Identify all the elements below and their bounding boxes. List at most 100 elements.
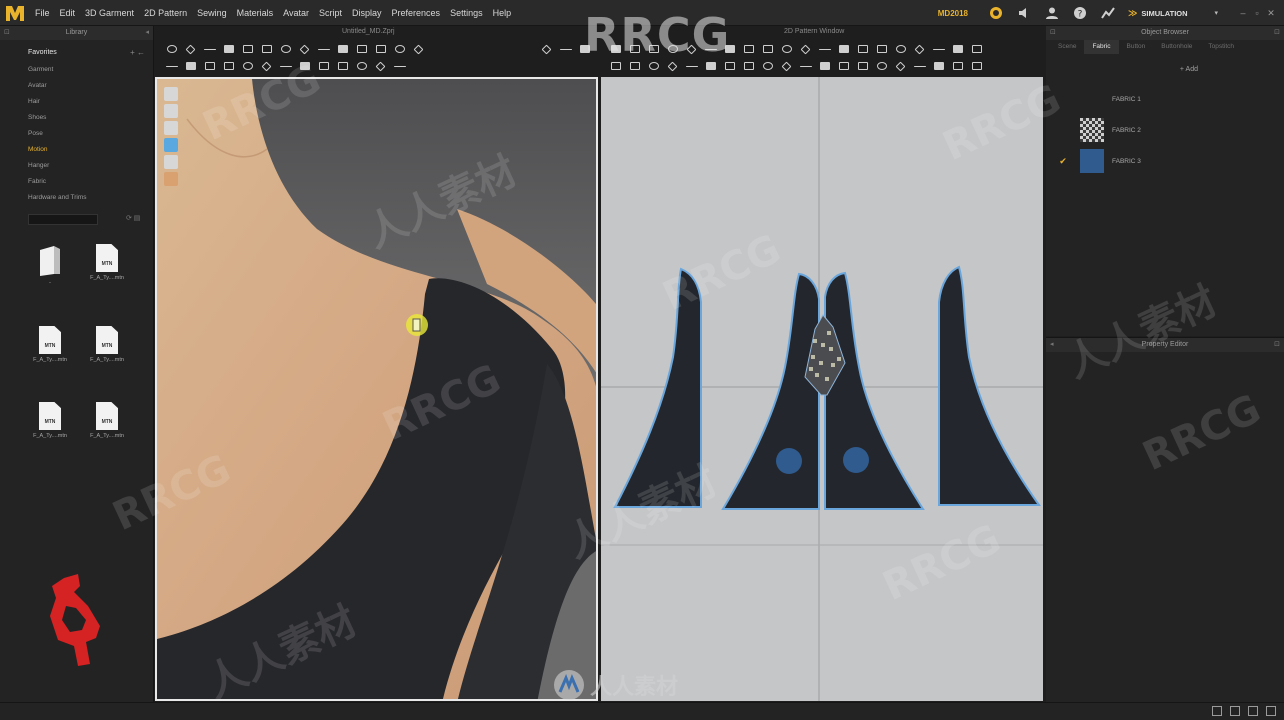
menu-script[interactable]: Script <box>314 0 347 26</box>
library-file[interactable]: MTN F_A_Ty....mtn <box>25 326 75 363</box>
toolbar-tool-icon[interactable] <box>295 42 314 56</box>
maximize-button[interactable]: ▫ <box>1250 8 1264 19</box>
toolbar-tool-icon[interactable] <box>910 42 929 56</box>
panel-pin-icon[interactable]: ◂ <box>1050 338 1054 352</box>
toolbar-tool-icon[interactable] <box>891 59 910 73</box>
tab-buttonhole[interactable]: Buttonhole <box>1153 40 1200 54</box>
fabric-list-item[interactable]: FABRIC 1 <box>1046 84 1284 114</box>
toolbar-tool-icon[interactable] <box>872 42 891 56</box>
toolbar-tool-icon[interactable] <box>352 42 371 56</box>
panel-menu-icon[interactable]: ⊡ <box>1274 338 1280 352</box>
button-right-icon[interactable] <box>843 447 869 473</box>
close-button[interactable]: ✕ <box>1264 8 1278 19</box>
panel-menu-icon[interactable]: ⊡ <box>1274 26 1280 40</box>
mesh-view-icon[interactable] <box>164 155 178 169</box>
library-view-icons[interactable]: ⟳ ▤ <box>126 214 140 222</box>
toolbar-tool-icon[interactable] <box>556 42 575 56</box>
toolbar-tool-icon[interactable] <box>967 59 986 73</box>
menu-2d-pattern[interactable]: 2D Pattern <box>139 0 192 26</box>
toolbar-tool-icon[interactable] <box>910 59 929 73</box>
toolbar-tool-icon[interactable] <box>796 59 815 73</box>
library-file[interactable]: MTN F_A_Ty....mtn <box>82 326 132 363</box>
share-icon[interactable] <box>1101 6 1115 20</box>
library-file[interactable]: MTN F_A_Ty....mtn <box>25 402 75 439</box>
toolbar-tool-icon[interactable] <box>276 59 295 73</box>
toolbar-tool-icon[interactable] <box>390 59 409 73</box>
tab-fabric[interactable]: Fabric <box>1084 40 1119 54</box>
toolbar-tool-icon[interactable] <box>872 59 891 73</box>
library-item-shoes[interactable]: Shoes <box>0 110 153 126</box>
simulation-mode-dropdown[interactable]: ≫ SIMULATION ▾ <box>1128 8 1218 19</box>
menu-file[interactable]: File <box>30 0 55 26</box>
menu-sewing[interactable]: Sewing <box>192 0 232 26</box>
tab-button[interactable]: Button <box>1119 40 1154 54</box>
add-fabric-button[interactable]: + Add <box>1180 66 1198 73</box>
toolbar-tool-icon[interactable] <box>739 42 758 56</box>
menu-edit[interactable]: Edit <box>55 0 81 26</box>
toolbar-tool-icon[interactable] <box>815 59 834 73</box>
button-left-icon[interactable] <box>776 448 802 474</box>
library-item-pose[interactable]: Pose <box>0 126 153 142</box>
toolbar-tool-icon[interactable] <box>200 42 219 56</box>
fabric-list-item[interactable]: ✔ FABRIC 3 <box>1046 146 1284 176</box>
menu-help[interactable]: Help <box>488 0 517 26</box>
toolbar-tool-icon[interactable] <box>967 42 986 56</box>
fabric-list-item[interactable]: FABRIC 2 <box>1046 115 1284 145</box>
library-file[interactable]: MTN F_A_Ty....mtn <box>82 244 132 281</box>
toolbar-tool-icon[interactable] <box>181 59 200 73</box>
toolbar-tool-icon[interactable] <box>948 42 967 56</box>
library-item-hardware-and-trims[interactable]: Hardware and Trims <box>0 190 153 206</box>
avatar-face-icon[interactable] <box>164 172 178 186</box>
toolbar-tool-icon[interactable] <box>815 42 834 56</box>
panel-pin-icon[interactable]: ⊡ <box>1050 26 1056 40</box>
toolbar-tool-icon[interactable] <box>257 59 276 73</box>
library-item-avatar[interactable]: Avatar <box>0 78 153 94</box>
toolbar-tool-icon[interactable] <box>758 42 777 56</box>
toolbar-tool-icon[interactable] <box>314 59 333 73</box>
library-item-garment[interactable]: Garment <box>0 62 153 78</box>
panel-pin-icon[interactable]: ⊡ <box>4 26 10 40</box>
tab-scene[interactable]: Scene <box>1050 40 1084 54</box>
menu-avatar[interactable]: Avatar <box>278 0 314 26</box>
show-avatar-icon[interactable] <box>164 87 178 101</box>
toolbar-tool-icon[interactable] <box>834 42 853 56</box>
favorites-header[interactable]: Favorites + ← <box>0 46 153 62</box>
grid-view-icon[interactable] <box>1266 706 1276 716</box>
toolbar-tool-icon[interactable] <box>333 59 352 73</box>
split-view-icon[interactable] <box>1230 706 1240 716</box>
toolbar-tool-icon[interactable] <box>929 42 948 56</box>
help-icon[interactable]: ? <box>1073 6 1087 20</box>
toolbar-tool-icon[interactable] <box>371 59 390 73</box>
toolbar-tool-icon[interactable] <box>948 59 967 73</box>
toolbar-tool-icon[interactable] <box>238 59 257 73</box>
show-garment-icon[interactable] <box>164 104 178 118</box>
toolbar-tool-icon[interactable] <box>162 42 181 56</box>
cloud-icon[interactable] <box>989 6 1003 20</box>
toolbar-tool-icon[interactable] <box>409 42 428 56</box>
library-folder-up[interactable]: .. <box>25 244 75 285</box>
library-item-motion[interactable]: Motion <box>0 142 153 158</box>
menu-settings[interactable]: Settings <box>445 0 488 26</box>
menu-display[interactable]: Display <box>347 0 387 26</box>
toolbar-tool-icon[interactable] <box>200 59 219 73</box>
toolbar-tool-icon[interactable] <box>181 42 200 56</box>
toolbar-tool-icon[interactable] <box>777 59 796 73</box>
speaker-icon[interactable] <box>1017 6 1031 20</box>
menu-preferences[interactable]: Preferences <box>387 0 446 26</box>
menu-materials[interactable]: Materials <box>232 0 279 26</box>
toolbar-tool-icon[interactable] <box>352 59 371 73</box>
toolbar-tool-icon[interactable] <box>537 42 556 56</box>
toolbar-tool-icon[interactable] <box>219 42 238 56</box>
toolbar-tool-icon[interactable] <box>238 42 257 56</box>
toolbar-tool-icon[interactable] <box>796 42 815 56</box>
toolbar-tool-icon[interactable] <box>758 59 777 73</box>
toolbar-tool-icon[interactable] <box>834 59 853 73</box>
panel-menu-icon[interactable]: ◂ <box>145 26 149 40</box>
tab-topstitch[interactable]: Topstitch <box>1200 40 1242 54</box>
toolbar-tool-icon[interactable] <box>257 42 276 56</box>
show-pattern-icon[interactable] <box>164 121 178 135</box>
single-view-icon[interactable] <box>1212 706 1222 716</box>
toolbar-tool-icon[interactable] <box>276 42 295 56</box>
viewport-3d[interactable] <box>155 77 598 701</box>
add-favorite-icon[interactable]: + ← <box>130 46 145 60</box>
